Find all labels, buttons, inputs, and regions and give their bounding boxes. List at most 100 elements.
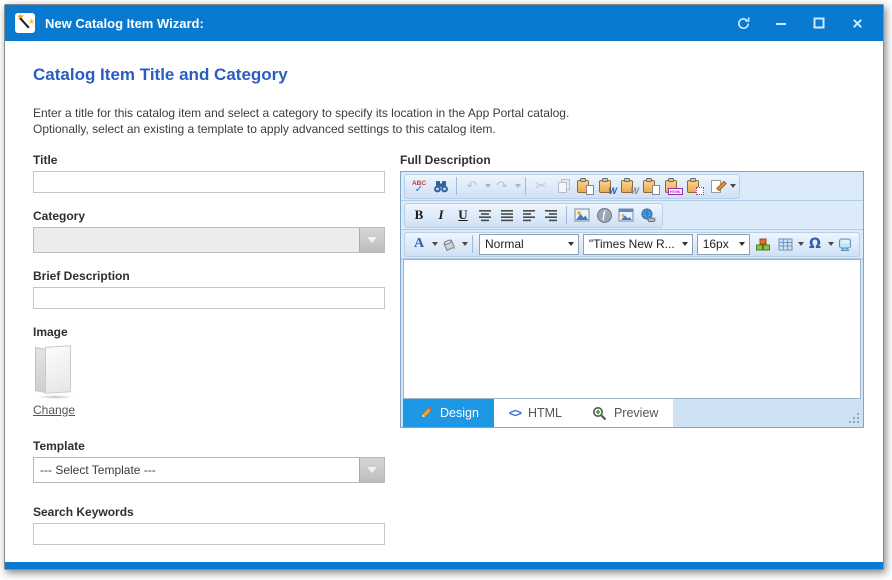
paste-as-html-button[interactable]: HTML xyxy=(662,175,684,197)
form-column: Title Category Brief Description Image C… xyxy=(33,137,385,562)
align-justify-button[interactable] xyxy=(496,204,518,226)
paste-from-word-button[interactable]: W xyxy=(596,175,618,197)
insert-table-button[interactable] xyxy=(774,233,796,255)
italic-button[interactable]: I xyxy=(430,204,452,226)
image-manager-button[interactable] xyxy=(571,204,593,226)
brief-description-label: Brief Description xyxy=(33,269,385,283)
box-front xyxy=(45,345,71,394)
align-center-icon xyxy=(478,209,492,222)
hyperlink-manager-button[interactable] xyxy=(637,204,659,226)
category-dropdown-button[interactable] xyxy=(359,228,384,252)
font-size-select[interactable]: 16px xyxy=(697,234,750,255)
bold-button[interactable]: B xyxy=(408,204,430,226)
find-replace-button[interactable] xyxy=(430,175,452,197)
wizard-app-icon: ★ ★ xyxy=(15,13,35,33)
editor-resize-grip[interactable] xyxy=(847,411,859,423)
template-value: --- Select Template --- xyxy=(34,458,359,482)
magnifier-icon xyxy=(592,406,607,421)
description-line-1: Enter a title for this catalog item and … xyxy=(33,106,569,120)
code-icon: <> xyxy=(509,406,521,420)
toolbar-group: ABC ✓ xyxy=(404,174,740,199)
module-cube-icon xyxy=(837,237,853,252)
change-image-link[interactable]: Change xyxy=(33,403,75,417)
cut-button[interactable]: ✂ xyxy=(530,175,552,197)
grip-dots xyxy=(857,421,859,423)
paint-bucket-icon xyxy=(441,237,457,251)
paste-plain-text-button[interactable] xyxy=(640,175,662,197)
paste-plain-text-icon xyxy=(643,178,659,194)
maximize-button[interactable] xyxy=(811,15,827,31)
minimize-button[interactable] xyxy=(773,15,789,31)
maximize-icon xyxy=(812,16,826,30)
category-value xyxy=(34,228,359,252)
format-stripper-dropdown-caret[interactable] xyxy=(730,184,736,188)
flash-manager-button[interactable]: f xyxy=(593,204,615,226)
align-right-button[interactable] xyxy=(540,204,562,226)
box-shadow xyxy=(37,395,73,399)
omega-icon: Ω xyxy=(809,236,821,252)
refresh-icon xyxy=(736,16,751,31)
template-select[interactable]: --- Select Template --- xyxy=(33,457,385,483)
insert-snippet-button[interactable] xyxy=(752,233,774,255)
image-label: Image xyxy=(33,325,385,339)
underline-icon: U xyxy=(458,207,467,223)
undo-icon: ↶ xyxy=(467,179,478,194)
background-color-caret[interactable] xyxy=(462,242,468,246)
template-dropdown-button[interactable] xyxy=(359,458,384,482)
category-select[interactable] xyxy=(33,227,385,253)
close-button[interactable] xyxy=(849,15,865,31)
paste-button[interactable] xyxy=(574,175,596,197)
search-keywords-input[interactable] xyxy=(33,523,385,545)
chevron-down-icon xyxy=(682,242,688,246)
redo-dropdown-caret[interactable] xyxy=(515,184,521,188)
rich-text-editor: ABC ✓ xyxy=(400,171,864,428)
hyperlink-icon xyxy=(640,208,656,223)
tab-design[interactable]: Design xyxy=(403,399,494,427)
redo-button[interactable]: ↷ xyxy=(491,175,513,197)
foreground-color-button[interactable]: A xyxy=(408,233,430,255)
description-line-2: Optionally, select an existing a templat… xyxy=(33,122,496,136)
refresh-button[interactable] xyxy=(735,15,751,31)
toolbar-group: A xyxy=(404,232,860,257)
media-manager-button[interactable] xyxy=(615,204,637,226)
editor-toolbar-row-1: ABC ✓ xyxy=(401,172,863,201)
image-manager-icon xyxy=(574,208,590,222)
undo-button[interactable]: ↶ xyxy=(461,175,483,197)
toolbar-separator xyxy=(472,235,473,253)
title-input[interactable] xyxy=(33,171,385,193)
background-color-button[interactable] xyxy=(438,233,460,255)
copy-button[interactable] xyxy=(552,175,574,197)
template-label: Template xyxy=(33,439,385,453)
window-bottom-strip xyxy=(5,562,883,569)
tab-html[interactable]: <> HTML xyxy=(494,399,577,427)
page-description: Enter a title for this catalog item and … xyxy=(33,105,855,137)
tab-preview[interactable]: Preview xyxy=(577,399,673,427)
font-name-select[interactable]: "Times New R... xyxy=(583,234,693,255)
chevron-down-icon xyxy=(367,467,377,473)
chevron-down-icon xyxy=(739,242,745,246)
align-justify-icon xyxy=(500,209,514,222)
align-right-icon xyxy=(544,209,558,222)
align-left-button[interactable] xyxy=(518,204,540,226)
paragraph-style-select[interactable]: Normal xyxy=(479,234,579,255)
catalog-item-image xyxy=(33,345,77,397)
brief-description-input[interactable] xyxy=(33,287,385,309)
editor-column: Full Description ABC ✓ xyxy=(400,137,864,562)
editor-canvas[interactable] xyxy=(403,259,861,399)
close-icon xyxy=(851,17,864,30)
paste-special-button[interactable] xyxy=(684,175,706,197)
paste-from-word-strip-font-button[interactable]: W xyxy=(618,175,640,197)
insert-symbol-button[interactable]: Ω xyxy=(804,233,826,255)
font-color-icon: A xyxy=(414,236,424,252)
flash-manager-icon: f xyxy=(597,208,612,223)
format-stripper-button[interactable] xyxy=(706,175,728,197)
spellcheck-button[interactable]: ABC ✓ xyxy=(408,175,430,197)
toolbar-group: B I U xyxy=(404,203,663,228)
module-manager-button[interactable] xyxy=(834,233,856,255)
media-manager-icon xyxy=(618,208,634,222)
align-center-button[interactable] xyxy=(474,204,496,226)
editor-toolbar-row-2: B I U xyxy=(401,201,863,230)
underline-button[interactable]: U xyxy=(452,204,474,226)
full-description-label: Full Description xyxy=(400,153,864,167)
paste-from-word-icon: W xyxy=(599,178,615,194)
